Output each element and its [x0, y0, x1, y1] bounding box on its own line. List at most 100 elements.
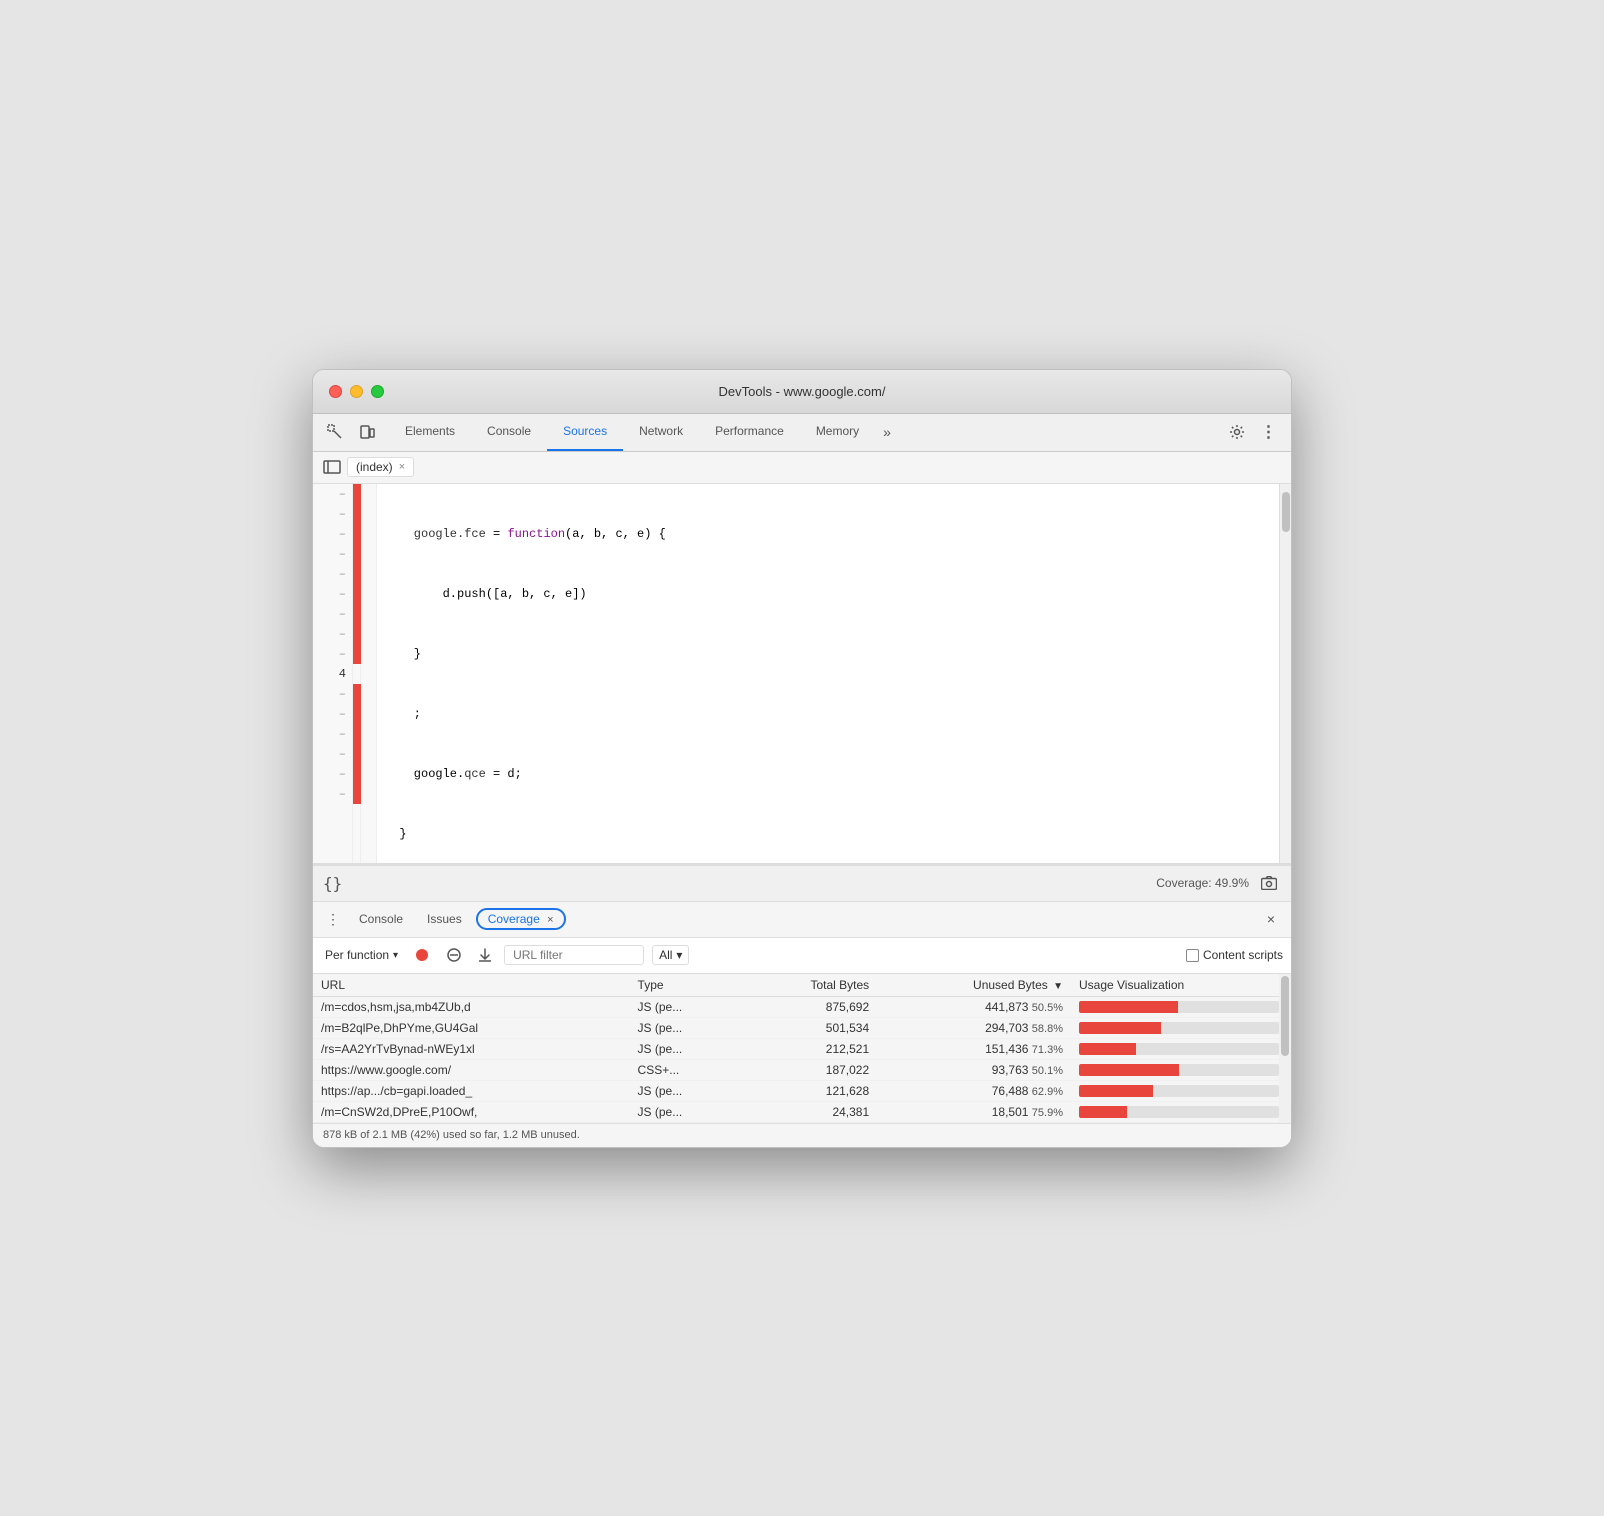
tab-performance[interactable]: Performance [699, 414, 800, 451]
close-button[interactable] [329, 385, 342, 398]
tab-console[interactable]: Console [471, 414, 547, 451]
status-text: 878 kB of 2.1 MB (42%) used so far, 1.2 … [323, 1129, 580, 1141]
per-function-dropdown[interactable]: Per function ▾ [321, 946, 402, 964]
devtools-tabs-bar: Elements Console Sources Network Perform… [313, 414, 1291, 452]
drawer-close-button[interactable]: × [1259, 907, 1283, 931]
per-function-label: Per function [325, 948, 389, 962]
line-num-2: – [313, 504, 352, 524]
more-options-icon[interactable]: ⋮ [1255, 418, 1283, 446]
col-header-type[interactable]: Type [630, 974, 741, 997]
row-type: JS (pe... [630, 1101, 741, 1122]
url-filter-input[interactable] [504, 945, 644, 965]
cov-cell-16 [353, 784, 361, 804]
drawer-tab-coverage[interactable]: Coverage × [476, 908, 566, 930]
drawer-tab-coverage-close[interactable]: × [547, 914, 553, 926]
vertical-scrollbar[interactable] [1279, 484, 1291, 863]
tab-sources[interactable]: Sources [547, 414, 623, 451]
line-num-10: 4 [313, 664, 352, 684]
table-row[interactable]: /rs=AA2YrTvBynad-nWEy1xl JS (pe... 212,5… [313, 1038, 1291, 1059]
content-scripts-checkbox[interactable] [1186, 949, 1199, 962]
line-num-4: – [313, 544, 352, 564]
row-usage-viz [1071, 1080, 1291, 1101]
title-bar: DevTools - www.google.com/ [313, 370, 1291, 414]
line-num-12: – [313, 704, 352, 724]
row-unused-bytes: 93,763 50.1% [877, 1059, 1071, 1080]
line-num-1: – [313, 484, 352, 504]
content-scripts-toggle[interactable]: Content scripts [1186, 948, 1283, 962]
coverage-percentage: Coverage: 49.9% [1156, 876, 1249, 890]
tab-network[interactable]: Network [623, 414, 699, 451]
settings-icon[interactable] [1223, 418, 1251, 446]
col-header-url[interactable]: URL [313, 974, 630, 997]
coverage-controls-bar: Per function ▾ [313, 938, 1291, 974]
drawer-scrollbar-thumb[interactable] [1281, 976, 1289, 1056]
tab-more-button[interactable]: » [875, 414, 899, 451]
filter-type-dropdown[interactable]: All ▾ [652, 945, 689, 965]
line-num-13: – [313, 724, 352, 744]
file-tab-label: (index) [356, 460, 393, 474]
row-url: https://ap.../cb=gapi.loaded_ [313, 1080, 630, 1101]
cov-cell-15 [353, 764, 361, 784]
table-row[interactable]: https://ap.../cb=gapi.loaded_ JS (pe... … [313, 1080, 1291, 1101]
drawer-scrollbar[interactable] [1279, 974, 1291, 1123]
drawer-tab-coverage-label: Coverage [488, 912, 540, 926]
sources-sub-bar: (index) × [313, 452, 1291, 484]
code-line-6: } [385, 824, 1283, 844]
row-usage-viz [1071, 1101, 1291, 1122]
cov-cell-5 [353, 564, 361, 584]
line-num-3: – [313, 524, 352, 544]
row-total-bytes: 187,022 [741, 1059, 878, 1080]
line-num-16: – [313, 784, 352, 804]
row-url: /m=CnSW2d,DPreE,P10Owf, [313, 1101, 630, 1122]
cov-cell-10 [353, 664, 361, 684]
code-scroll-area[interactable]: – – – – – – – – – 4 – – – – – – [313, 484, 1291, 863]
line-num-15: – [313, 764, 352, 784]
col-header-usage-viz[interactable]: Usage Visualization [1071, 974, 1291, 997]
cov-cell-11 [353, 684, 361, 704]
drawer-toolbar: {} Coverage: 49.9% [313, 866, 1291, 902]
coverage-table-body: /m=cdos,hsm,jsa,mb4ZUb,d JS (pe... 875,6… [313, 996, 1291, 1122]
device-toolbar-icon[interactable] [353, 418, 381, 446]
table-row[interactable]: /m=CnSW2d,DPreE,P10Owf, JS (pe... 24,381… [313, 1101, 1291, 1122]
row-unused-bytes: 18,501 75.9% [877, 1101, 1071, 1122]
file-tab-index[interactable]: (index) × [347, 457, 414, 477]
row-total-bytes: 212,521 [741, 1038, 878, 1059]
tab-memory[interactable]: Memory [800, 414, 875, 451]
inspect-icon[interactable] [321, 418, 349, 446]
col-header-unused-bytes[interactable]: Unused Bytes ▼ [877, 974, 1071, 997]
line-num-11: – [313, 684, 352, 704]
row-type: JS (pe... [630, 996, 741, 1017]
screenshot-icon[interactable] [1257, 871, 1281, 895]
maximize-button[interactable] [371, 385, 384, 398]
sidebar-toggle-icon[interactable] [321, 456, 343, 478]
code-line-4: ; [385, 704, 1283, 724]
drawer-tabs-bar: ⋮ Console Issues Coverage × × [313, 902, 1291, 938]
row-unused-bytes: 151,436 71.3% [877, 1038, 1071, 1059]
table-row[interactable]: https://www.google.com/ CSS+... 187,022 … [313, 1059, 1291, 1080]
per-function-chevron: ▾ [393, 950, 398, 961]
drawer-curly-brace-icon: {} [323, 874, 342, 893]
clear-coverage-button[interactable] [442, 943, 466, 967]
tab-list: Elements Console Sources Network Perform… [389, 414, 1223, 451]
sort-arrow-icon: ▼ [1053, 981, 1063, 992]
row-usage-viz [1071, 1038, 1291, 1059]
minimize-button[interactable] [350, 385, 363, 398]
export-coverage-button[interactable] [474, 948, 496, 962]
file-tab-close[interactable]: × [399, 461, 405, 473]
table-row[interactable]: /m=cdos,hsm,jsa,mb4ZUb,d JS (pe... 875,6… [313, 996, 1291, 1017]
filter-chevron: ▾ [676, 948, 682, 962]
drawer-tab-issues[interactable]: Issues [417, 908, 472, 930]
unused-bytes-label: Unused Bytes [973, 978, 1048, 992]
tab-elements[interactable]: Elements [389, 414, 471, 451]
table-row[interactable]: /m=B2qlPe,DhPYme,GU4Gal JS (pe... 501,53… [313, 1017, 1291, 1038]
row-url: /m=B2qlPe,DhPYme,GU4Gal [313, 1017, 630, 1038]
col-header-total-bytes[interactable]: Total Bytes [741, 974, 878, 997]
coverage-table-wrapper[interactable]: URL Type Total Bytes Unused Bytes ▼ Usag… [313, 974, 1291, 1123]
record-coverage-button[interactable] [410, 943, 434, 967]
scrollbar-thumb-v[interactable] [1282, 492, 1290, 532]
line-numbers: – – – – – – – – – 4 – – – – – – [313, 484, 353, 863]
horizontal-scrollbar[interactable] [313, 863, 1291, 864]
status-bar: 878 kB of 2.1 MB (42%) used so far, 1.2 … [313, 1123, 1291, 1147]
drawer-tab-console[interactable]: Console [349, 908, 413, 930]
drawer-menu-icon[interactable]: ⋮ [321, 907, 345, 931]
